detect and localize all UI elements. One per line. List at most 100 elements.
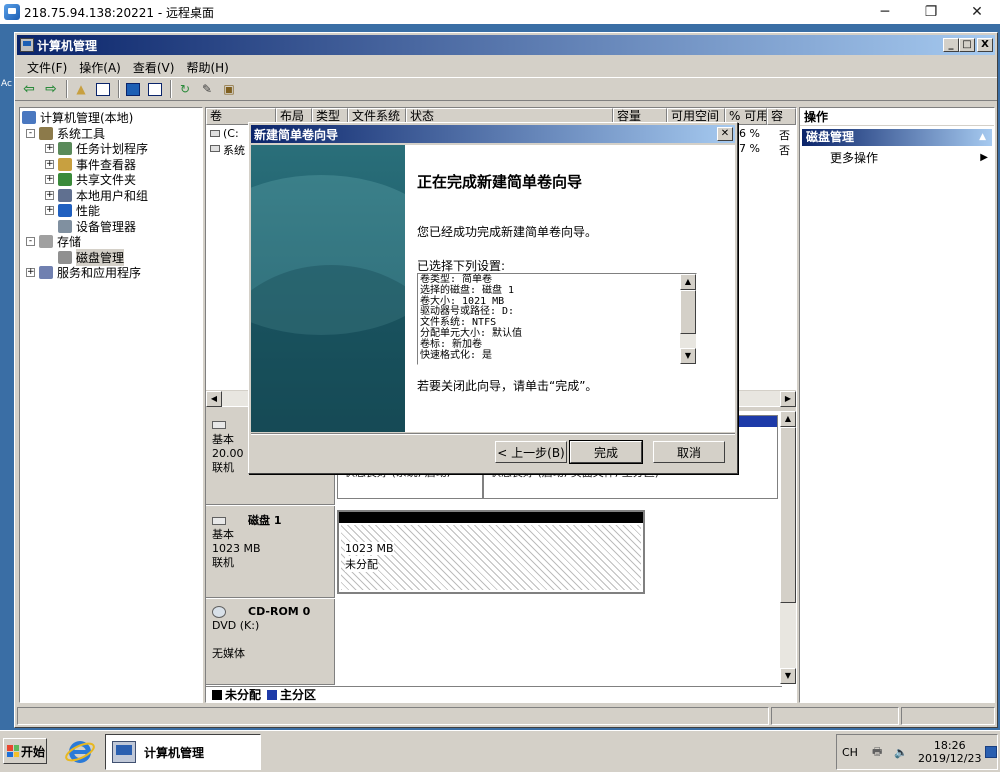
disk1-label[interactable]: 磁盘 1 基本 1023 MB 联机: [206, 506, 335, 598]
wizard-close-button[interactable]: ✕: [717, 127, 733, 141]
partition-state: 未分配: [345, 556, 378, 572]
expand-icon[interactable]: +: [26, 268, 35, 278]
internet-explorer-icon[interactable]: [64, 736, 96, 768]
more-actions-item[interactable]: 更多操作 ▶: [800, 149, 994, 167]
collapse-icon[interactable]: -: [26, 128, 35, 138]
scroll-down-button[interactable]: ▼: [680, 348, 696, 364]
device-manager-icon: [58, 219, 72, 233]
help-icon[interactable]: [123, 80, 143, 98]
scroll-left-button[interactable]: ◀: [206, 391, 222, 407]
summary-scrollbar[interactable]: ▲ ▼: [680, 274, 696, 364]
tree-item[interactable]: + 事件查看器: [20, 157, 202, 173]
tree-item[interactable]: - 系统工具: [20, 126, 202, 142]
tree-item[interactable]: + 服务和应用程序: [20, 265, 202, 281]
show-hide-tree-icon[interactable]: [93, 80, 113, 98]
start-button[interactable]: 开始: [3, 738, 47, 764]
wizard-title-bar: 新建简单卷向导 ✕: [251, 125, 735, 143]
show-desktop-icon[interactable]: [985, 746, 997, 758]
disk1-size: 1023 MB: [212, 542, 261, 555]
mmc-title-text: 计算机管理: [37, 38, 98, 53]
collapse-icon[interactable]: ▲: [979, 129, 986, 146]
refresh-icon[interactable]: ↻: [175, 80, 195, 98]
toolbar: ⇦ ⇨ ▲ ↻ ✎ ▣: [15, 77, 997, 101]
start-label: 开始: [21, 744, 46, 759]
tree-item[interactable]: - 存储: [20, 234, 202, 250]
disk1-status: 联机: [212, 556, 234, 569]
actions-section-disk-management[interactable]: 磁盘管理 ▲: [802, 129, 992, 146]
scroll-right-button[interactable]: ▶: [780, 391, 796, 407]
network-icon[interactable]: 🖶: [872, 743, 882, 762]
volume-icon[interactable]: 🔈: [894, 746, 908, 759]
mmc-close-button[interactable]: X: [977, 38, 993, 52]
scroll-thumb[interactable]: [780, 427, 796, 603]
expand-icon[interactable]: +: [45, 159, 54, 169]
windows-logo-icon: [7, 745, 19, 757]
tree-item[interactable]: + 任务计划程序: [20, 141, 202, 157]
expand-icon[interactable]: +: [45, 190, 54, 200]
back-button[interactable]: < 上一步(B): [495, 441, 567, 463]
taskbar-item-label: 计算机管理: [144, 745, 205, 760]
clock-date[interactable]: 2019/12/23: [918, 752, 981, 765]
expand-icon[interactable]: +: [45, 175, 54, 185]
rdp-maximize-button[interactable]: ❐: [908, 0, 954, 24]
export-icon[interactable]: ✎: [197, 80, 217, 98]
tree-item-label: 服务和应用程序: [57, 266, 142, 281]
tree-item[interactable]: 磁盘管理: [20, 248, 202, 266]
scroll-up-button[interactable]: ▲: [780, 411, 796, 427]
mmc-minimize-button[interactable]: _: [943, 38, 959, 52]
tree-item[interactable]: 计算机管理(本地): [20, 110, 202, 126]
tree-item[interactable]: + 性能: [20, 203, 202, 219]
tree-item[interactable]: + 共享文件夹: [20, 172, 202, 188]
cancel-button[interactable]: 取消: [653, 441, 725, 463]
scroll-up-button[interactable]: ▲: [680, 274, 696, 290]
col-fault-tolerance[interactable]: 容: [767, 108, 796, 125]
menu-view[interactable]: 查看(V): [127, 59, 181, 76]
menu-help[interactable]: 帮助(H): [180, 59, 234, 76]
console-tree: 计算机管理(本地) - 系统工具 + 任务计划程序 + 事件查看器 + 共享文件夹 + 本地用户和组…: [19, 107, 203, 703]
tree-item[interactable]: 设备管理器: [20, 219, 202, 235]
cdrom-label[interactable]: CD-ROM 0 DVD (K:) 无媒体: [206, 599, 335, 685]
volume-name: (C:: [223, 127, 239, 140]
unallocated-hatch: [341, 525, 641, 590]
rdp-close-button[interactable]: ✕: [954, 0, 1000, 24]
rdp-minimize-button[interactable]: ─: [862, 0, 908, 24]
menu-action[interactable]: 操作(A): [73, 59, 127, 76]
forward-arrow-icon[interactable]: ⇨: [41, 80, 61, 98]
disk1-name: 磁盘 1: [248, 514, 282, 527]
expand-icon[interactable]: +: [45, 206, 54, 216]
disk1-unallocated-partition[interactable]: 1023 MB 未分配: [337, 510, 645, 594]
system-tray: CH 🖶 🔈 18:26 2019/12/23: [836, 734, 998, 770]
storage-icon: [39, 235, 53, 249]
disk-icon[interactable]: ▣: [219, 80, 239, 98]
event-viewer-icon: [58, 157, 72, 171]
scroll-thumb[interactable]: [680, 290, 696, 334]
properties-icon[interactable]: [145, 80, 165, 98]
volume-percent-free: 6 %: [739, 127, 760, 140]
finish-button[interactable]: 完成: [569, 440, 643, 464]
legend-label-unallocated: 未分配: [225, 688, 262, 702]
menu-file[interactable]: 文件(F): [21, 59, 73, 76]
disk-view-vscrollbar[interactable]: ▲ ▼: [780, 411, 796, 684]
tree-item[interactable]: + 本地用户和组: [20, 188, 202, 204]
scroll-down-button[interactable]: ▼: [780, 668, 796, 684]
settings-summary-box[interactable]: 卷类型: 简单卷 选择的磁盘: 磁盘 1 卷大小: 1021 MB 驱动器号或路径: …: [417, 273, 697, 365]
cdrom-type: DVD (K:): [212, 619, 260, 632]
collapse-icon[interactable]: -: [26, 237, 35, 247]
tree-item-label: 本地用户和组: [76, 188, 149, 203]
expand-icon[interactable]: +: [45, 144, 54, 154]
taskbar-item-computer-management[interactable]: 计算机管理: [105, 734, 261, 770]
back-arrow-icon[interactable]: ⇦: [19, 80, 39, 98]
up-folder-icon[interactable]: ▲: [71, 80, 91, 98]
status-bar: [17, 707, 995, 725]
input-language[interactable]: CH: [842, 746, 858, 759]
new-simple-volume-wizard: 新建简单卷向导 ✕ 正在完成新建简单卷向导 您已经成功完成新建简单卷向导。 已选…: [248, 122, 738, 474]
actions-pane: 操作 磁盘管理 ▲ 更多操作 ▶: [799, 107, 995, 703]
clock-time[interactable]: 18:26: [934, 739, 966, 752]
status-cell: [17, 707, 769, 725]
mmc-maximize-button[interactable]: □: [959, 38, 975, 52]
desktop-label: Ac: [1, 79, 12, 89]
status-cell: [771, 707, 899, 725]
computer-management-icon: [112, 741, 136, 763]
partition-legend: 未分配 主分区: [206, 686, 782, 702]
toolbar-separator: [118, 80, 120, 98]
